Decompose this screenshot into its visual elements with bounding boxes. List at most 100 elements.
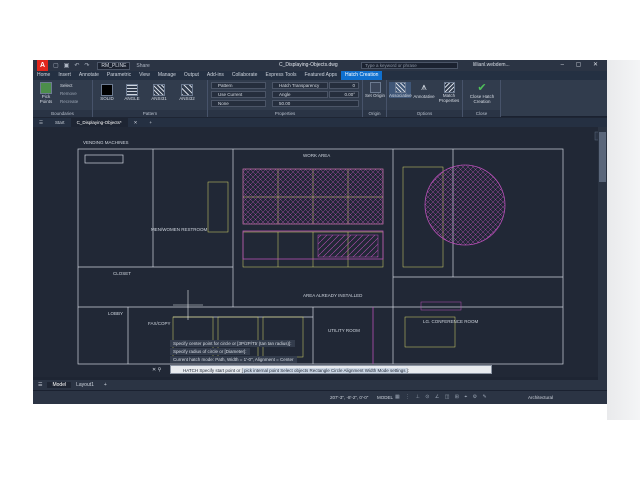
angle-label: ANGLE (124, 96, 140, 101)
label-lobby: LOBBY (108, 311, 123, 316)
app-logo[interactable]: A (37, 60, 48, 71)
share-button[interactable]: Share (136, 63, 149, 69)
label-vending-machines: VENDING MACHINES (83, 140, 129, 145)
tab-model[interactable]: Model (47, 382, 72, 388)
drawing-canvas[interactable]: VENDING MACHINES MEN/WOMEN RESTROOM CLOS… (33, 127, 607, 377)
autocad-window: A ▢ ▣ ↶ ↷ RM_PLINE Share C_Displaying-Ob… (33, 60, 607, 404)
hatch-scale-input[interactable]: 50.00 (272, 100, 359, 107)
set-origin-label: Set Origin (365, 93, 386, 98)
close-group: ✔ Close Hatch Creation Close (463, 80, 501, 117)
match-properties-icon (443, 82, 455, 93)
crosshair-cursor (173, 290, 203, 320)
undo-icon[interactable]: ↶ (74, 62, 79, 69)
tab-drawing[interactable]: C_Displaying-Objects* (70, 118, 128, 127)
new-tab-icon[interactable]: + (143, 118, 158, 127)
tab-output[interactable]: Output (180, 71, 203, 80)
close-command-line-icon[interactable]: ✕ ⚲ (152, 367, 161, 373)
associative-button[interactable]: Associative (389, 82, 412, 98)
scrollbar-thumb[interactable] (599, 132, 606, 182)
command-input[interactable]: HATCH Specify start point or [pick inter… (170, 365, 492, 374)
boundaries-title[interactable]: Boundaries (33, 110, 92, 117)
floor-plan-drawing: VENDING MACHINES MEN/WOMEN RESTROOM CLOS… (77, 131, 604, 365)
options-title[interactable]: Options (387, 110, 462, 117)
set-origin-button[interactable]: Set Origin (365, 82, 385, 98)
tab-parametric[interactable]: Parametric (103, 71, 135, 80)
pattern-ansi32[interactable]: ANSI32 (176, 84, 198, 101)
user-account[interactable]: lillianl.webdem... (473, 62, 510, 68)
menu-icon[interactable]: ☰ (33, 118, 49, 127)
ansi31-swatch-icon (153, 84, 165, 96)
tab-layout1[interactable]: Layout1 (71, 382, 99, 388)
tab-collaborate[interactable]: Collaborate (228, 71, 262, 80)
tab-annotate[interactable]: Annotate (75, 71, 103, 80)
label-closet: CLOSET (113, 271, 131, 276)
properties-title[interactable]: Properties (208, 110, 362, 117)
search-input[interactable]: Type a keyword or phrase (361, 62, 458, 69)
add-layout-icon[interactable]: + (99, 382, 112, 388)
close-title[interactable]: Close (463, 110, 500, 117)
hatch-transparency-label[interactable]: Hatch Transparency (272, 82, 328, 89)
boundaries-group: Pick Points Select Remove Recreate Bound… (33, 80, 93, 117)
tab-featured-apps[interactable]: Featured Apps (301, 71, 342, 80)
pattern-ansi31[interactable]: ANSI31 (148, 84, 170, 101)
workspace-selector[interactable]: RM_PLINE (97, 61, 131, 70)
hatch-transparency-value[interactable]: 0 (329, 82, 359, 89)
match-properties-button[interactable]: Match Properties (437, 82, 461, 103)
pattern-title[interactable]: Pattern (93, 110, 207, 117)
origin-title[interactable]: Origin (363, 110, 386, 117)
redo-icon[interactable]: ↷ (84, 62, 89, 69)
associative-icon (394, 82, 406, 93)
close-hatch-label: Close Hatch Creation (469, 94, 495, 104)
solid-swatch-icon (101, 84, 113, 96)
tab-view[interactable]: View (135, 71, 154, 80)
status-bar: 207'-3", -8'-2", 0'-0" MODEL ▦ ⋮ ⊥ ⊙ ∠ ◫… (33, 390, 607, 404)
close-hatch-creation-button[interactable]: ✔ Close Hatch Creation (465, 82, 499, 104)
units-selector[interactable]: Architectural (528, 395, 553, 400)
pattern-group: SOLID ANGLE ANSI31 ANSI32 Pattern (93, 80, 208, 117)
background-color-select[interactable]: None (211, 100, 266, 107)
hatch-small-rect (420, 301, 462, 311)
angle-swatch-icon (126, 84, 138, 96)
checkmark-icon: ✔ (477, 82, 487, 94)
hatch-type-select[interactable]: Pattern (211, 82, 266, 89)
video-frame-bottom (0, 420, 640, 480)
pattern-angle[interactable]: ANGLE (121, 84, 143, 101)
layout-menu-icon[interactable]: ☰ (33, 382, 47, 388)
command-history-line-2: Specify radius of circle or [Diameter]: (170, 348, 250, 355)
tab-home[interactable]: Home (33, 71, 54, 80)
open-icon[interactable]: ▢ (53, 62, 59, 69)
properties-group: Pattern Use Current None Hatch Transpare… (208, 80, 363, 117)
pattern-solid[interactable]: SOLID (96, 84, 118, 101)
command-suffix: ]: (406, 368, 410, 373)
label-conference-room: LG. CONFERENCE ROOM (423, 319, 479, 324)
tab-insert[interactable]: Insert (54, 71, 75, 80)
video-frame-right (607, 60, 640, 420)
close-tab-icon[interactable]: ✕ (128, 118, 144, 127)
hatch-region-cubicles (317, 234, 379, 258)
annotative-icon: ⩚ (421, 82, 427, 93)
angle-label[interactable]: Angle (272, 91, 328, 98)
command-options[interactable]: pick internal point Select objects Recta… (242, 368, 407, 373)
ribbon-tabs: Home Insert Annotate Parametric View Man… (33, 71, 607, 80)
pick-points-icon (40, 82, 52, 94)
drafting-settings-icons[interactable]: ▦ ⋮ ⊥ ⊙ ∠ ◫ ⊞ ⌖ ⚙ ✎ (395, 394, 489, 400)
hatch-color-select[interactable]: Use Current (211, 91, 266, 98)
tab-hatch-creation[interactable]: Hatch Creation (341, 71, 383, 80)
document-title: C_Displaying-Objects.dwg (279, 62, 338, 68)
tab-start[interactable]: Start (49, 118, 71, 127)
ansi32-swatch-icon (181, 84, 193, 96)
remove-button[interactable]: Remove (60, 91, 77, 96)
angle-value[interactable]: 0.00° (329, 91, 359, 98)
select-button[interactable]: Select (60, 83, 73, 88)
pick-points-button[interactable]: Pick Points (35, 82, 57, 104)
save-icon[interactable]: ▣ (64, 62, 70, 69)
tab-manage[interactable]: Manage (154, 71, 180, 80)
layout-tabs: ☰ Model Layout1 + (33, 380, 607, 390)
ansi32-label: ANSI32 (179, 96, 195, 101)
recreate-button[interactable]: Recreate (60, 99, 78, 104)
tab-express-tools[interactable]: Express Tools (261, 71, 300, 80)
window-controls[interactable]: – ▢ ✕ (561, 61, 603, 68)
annotative-button[interactable]: ⩚ Annotative (413, 82, 435, 99)
tab-add-ins[interactable]: Add-ins (203, 71, 228, 80)
model-space-toggle[interactable]: MODEL (377, 395, 393, 400)
